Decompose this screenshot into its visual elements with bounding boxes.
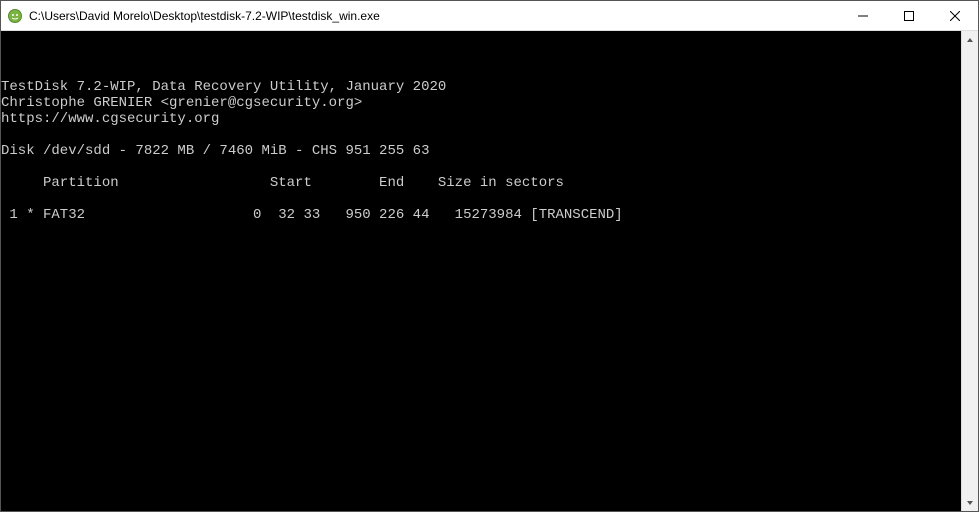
- close-button[interactable]: [932, 1, 978, 31]
- vertical-scrollbar[interactable]: [961, 31, 978, 511]
- window-controls: [840, 1, 978, 31]
- scroll-up-button[interactable]: [962, 31, 978, 48]
- scroll-down-button[interactable]: [962, 494, 978, 511]
- maximize-button[interactable]: [886, 1, 932, 31]
- partition-table-header: Partition Start End Size in sectors: [1, 175, 564, 191]
- client-area: TestDisk 7.2-WIP, Data Recovery Utility,…: [1, 31, 978, 511]
- app-header-line3: https://www.cgsecurity.org: [1, 111, 219, 127]
- titlebar[interactable]: C:\Users\David Morelo\Desktop\testdisk-7…: [1, 1, 978, 31]
- scroll-track[interactable]: [962, 48, 978, 494]
- app-window: C:\Users\David Morelo\Desktop\testdisk-7…: [0, 0, 979, 512]
- app-icon: [7, 8, 23, 24]
- minimize-button[interactable]: [840, 1, 886, 31]
- partition-row[interactable]: 1 * FAT32 0 32 33 950 226 44 15273984 [T…: [1, 207, 623, 223]
- window-title: C:\Users\David Morelo\Desktop\testdisk-7…: [29, 9, 840, 23]
- app-header-line1: TestDisk 7.2-WIP, Data Recovery Utility,…: [1, 79, 446, 95]
- disk-info: Disk /dev/sdd - 7822 MB / 7460 MiB - CHS…: [1, 143, 429, 159]
- console-output[interactable]: TestDisk 7.2-WIP, Data Recovery Utility,…: [1, 31, 961, 511]
- app-header-line2: Christophe GRENIER <grenier@cgsecurity.o…: [1, 95, 362, 111]
- console-spacer: [1, 223, 961, 511]
